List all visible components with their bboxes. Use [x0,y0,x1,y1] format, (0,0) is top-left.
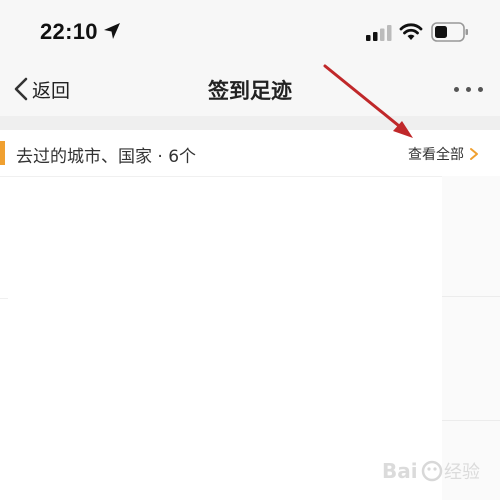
wifi-icon [399,23,423,40]
status-bar: 22:10 [0,0,500,62]
more-button[interactable] [448,80,488,98]
svg-text:经验: 经验 [444,462,480,483]
visited-places-row: 去过的城市、国家 · 6个 查看全部 [0,130,500,176]
status-time: 22:10 [40,19,98,44]
section-gap [0,116,500,130]
cellular-signal-icon [366,25,392,41]
visited-places-label: 去过的城市、国家 · 6个 [16,147,197,167]
baidu-jingyan-watermark: Bai 经验 [382,459,480,483]
battery-icon [431,22,468,42]
page-title: 签到足迹 [208,79,292,103]
chevron-right-icon [470,148,478,160]
location-arrow-icon [104,23,120,39]
content-divider [0,176,442,177]
view-all-label: 查看全部 [408,147,464,163]
more-dots-icon [454,87,459,92]
nav-bar: 返回 签到足迹 [0,62,500,116]
section-accent-bar [0,141,5,165]
content-divider [442,296,500,297]
view-all-button[interactable]: 查看全部 [408,144,480,164]
content-divider [442,420,500,421]
content-divider [0,298,8,299]
svg-text:Bai: Bai [382,459,418,483]
